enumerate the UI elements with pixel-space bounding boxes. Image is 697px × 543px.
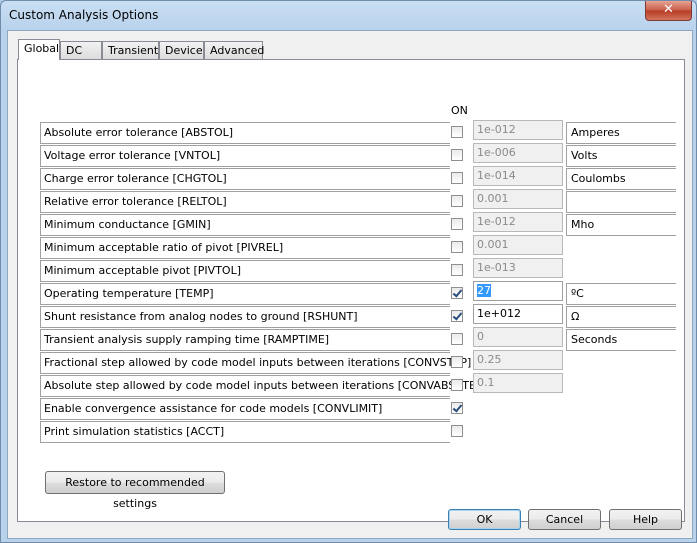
option-enable-checkbox[interactable] bbox=[451, 218, 463, 230]
cancel-button[interactable]: Cancel bbox=[528, 509, 601, 530]
option-enable-checkbox[interactable] bbox=[451, 195, 463, 207]
option-label: Relative error tolerance [RELTOL] bbox=[40, 191, 450, 213]
option-unit: Amperes bbox=[566, 122, 676, 144]
ok-button[interactable]: OK bbox=[448, 509, 521, 530]
option-value-text: 0.001 bbox=[477, 238, 509, 251]
option-value-field[interactable]: 27 bbox=[473, 281, 563, 301]
option-enable-checkbox[interactable] bbox=[451, 425, 463, 437]
option-label: Absolute error tolerance [ABSTOL] bbox=[40, 122, 450, 144]
option-label: Transient analysis supply ramping time [… bbox=[40, 329, 450, 351]
option-enable-checkbox[interactable] bbox=[451, 356, 463, 368]
tab-advanced[interactable]: Advanced bbox=[204, 41, 264, 59]
option-value-text: 1e-006 bbox=[477, 146, 516, 159]
help-button[interactable]: Help bbox=[609, 509, 682, 530]
option-value-field[interactable]: 0.001 bbox=[473, 189, 563, 209]
option-label: Minimum conductance [GMIN] bbox=[40, 214, 450, 236]
option-unit: Mho bbox=[566, 214, 676, 236]
option-unit: Coulombs bbox=[566, 168, 676, 190]
dialog-client: Global DC Transient Device Advanced ON A… bbox=[7, 30, 693, 539]
option-label: Absolute step allowed by code model inpu… bbox=[40, 375, 487, 397]
tab-transient[interactable]: Transient bbox=[102, 41, 159, 59]
restore-defaults-button[interactable]: Restore to recommended settings bbox=[45, 471, 225, 510]
option-enable-checkbox[interactable] bbox=[451, 126, 463, 138]
option-enable-checkbox[interactable] bbox=[451, 264, 463, 276]
option-value-text: 1e-014 bbox=[477, 169, 516, 182]
option-enable-checkbox[interactable] bbox=[451, 149, 463, 161]
option-value-field[interactable]: 1e-006 bbox=[473, 143, 563, 163]
option-enable-checkbox[interactable] bbox=[451, 241, 463, 253]
option-value-field[interactable]: 1e+012 bbox=[473, 304, 563, 324]
option-value-field[interactable]: 0 bbox=[473, 327, 563, 347]
option-value-text: 27 bbox=[477, 284, 491, 297]
option-value-field[interactable]: 1e-014 bbox=[473, 166, 563, 186]
option-label: Shunt resistance from analog nodes to gr… bbox=[40, 306, 450, 328]
option-label: Minimum acceptable pivot [PIVTOL] bbox=[40, 260, 450, 282]
option-value-text: 1e+012 bbox=[477, 307, 521, 320]
dialog-window: Custom Analysis Options ✕ Global DC Tran… bbox=[0, 0, 697, 543]
option-value-text: 0.1 bbox=[477, 376, 495, 389]
option-unit: ºC bbox=[566, 283, 676, 305]
option-enable-checkbox[interactable] bbox=[451, 172, 463, 184]
tab-global[interactable]: Global bbox=[18, 39, 60, 60]
option-value-field[interactable]: 1e-013 bbox=[473, 258, 563, 278]
option-value-field[interactable]: 1e-012 bbox=[473, 120, 563, 140]
option-value-text: 1e-012 bbox=[477, 215, 516, 228]
tab-device[interactable]: Device bbox=[159, 41, 204, 59]
option-value-text: 1e-013 bbox=[477, 261, 516, 274]
option-value-text: 0.25 bbox=[477, 353, 502, 366]
option-enable-checkbox[interactable] bbox=[451, 287, 463, 299]
tab-dc[interactable]: DC bbox=[60, 41, 102, 59]
option-enable-checkbox[interactable] bbox=[451, 402, 463, 414]
option-label: Print simulation statistics [ACCT] bbox=[40, 421, 450, 443]
option-value-text: 0.001 bbox=[477, 192, 509, 205]
option-enable-checkbox[interactable] bbox=[451, 310, 463, 322]
on-column-header: ON bbox=[451, 104, 468, 117]
option-unit: Volts bbox=[566, 145, 676, 167]
option-value-text: 1e-012 bbox=[477, 123, 516, 136]
close-button[interactable]: ✕ bbox=[645, 1, 692, 21]
option-label: Minimum acceptable ratio of pivot [PIVRE… bbox=[40, 237, 450, 259]
option-label: Operating temperature [TEMP] bbox=[40, 283, 450, 305]
option-value-field[interactable]: 0.001 bbox=[473, 235, 563, 255]
option-label: Voltage error tolerance [VNTOL] bbox=[40, 145, 450, 167]
option-label: Fractional step allowed by code model in… bbox=[40, 352, 471, 374]
option-unit: Ω bbox=[566, 306, 676, 328]
option-value-field[interactable]: 0.25 bbox=[473, 350, 563, 370]
option-value-field[interactable]: 1e-012 bbox=[473, 212, 563, 232]
option-value-text: 0 bbox=[477, 330, 484, 343]
option-enable-checkbox[interactable] bbox=[451, 333, 463, 345]
global-panel: ON Absolute error tolerance [ABSTOL] 1e-0… bbox=[17, 59, 685, 522]
option-label: Charge error tolerance [CHGTOL] bbox=[40, 168, 450, 190]
option-label: Enable convergence assistance for code m… bbox=[40, 398, 450, 420]
window-title: Custom Analysis Options bbox=[9, 8, 159, 22]
option-value-field[interactable]: 0.1 bbox=[473, 373, 563, 393]
option-unit: Seconds bbox=[566, 329, 676, 351]
option-enable-checkbox[interactable] bbox=[451, 379, 463, 391]
option-unit bbox=[566, 191, 676, 213]
